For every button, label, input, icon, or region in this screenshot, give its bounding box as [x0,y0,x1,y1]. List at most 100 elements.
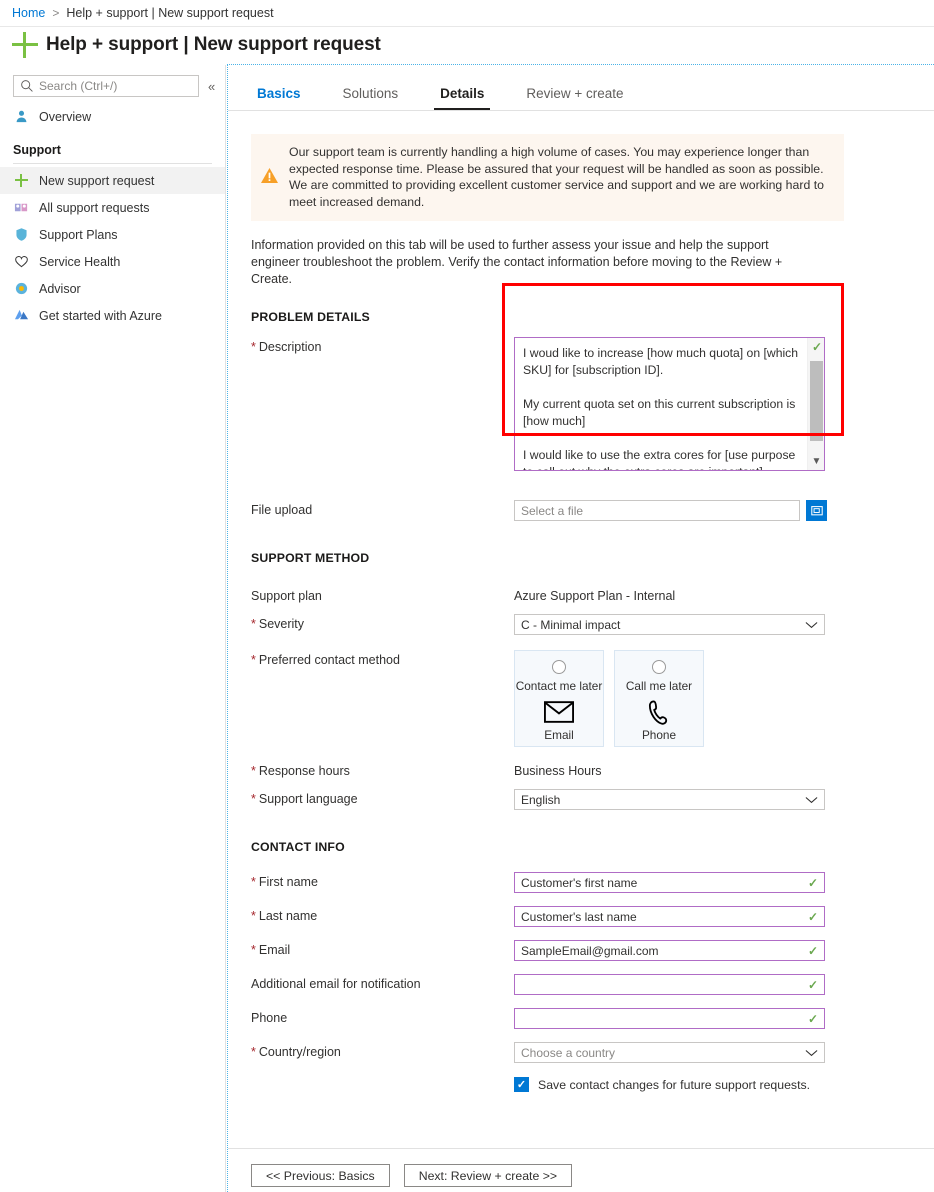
additional-email-label: Additional email for notification [251,977,421,991]
plus-icon [12,32,38,58]
heart-pulse-icon [13,253,30,270]
search-input[interactable]: Search (Ctrl+/) [13,75,199,97]
sidebar-item-label: Service Health [39,254,121,269]
tab-basics[interactable]: Basics [251,86,307,110]
next-review-create-button[interactable]: Next: Review + create >> [403,1164,573,1187]
description-scrollbar[interactable]: ▼ [807,338,824,470]
email-input[interactable]: SampleEmail@gmail.com ✓ [514,940,825,961]
sidebar-divider [13,163,212,164]
description-field: I woud like to increase [how much quota]… [514,337,934,471]
row-first-name: * First name Customer's first name ✓ [251,872,934,893]
contact-option-title: Call me later [625,679,693,693]
scrollbar-thumb[interactable] [810,361,823,441]
required-asterisk: * [251,943,256,957]
preferred-contact-method-label: * Preferred contact method [251,653,400,667]
row-email: * Email SampleEmail@gmail.com ✓ [251,940,934,961]
radio-button[interactable] [652,660,666,674]
support-plan-label: Support plan [251,589,322,603]
tab-bar: Basics Solutions Details Review + create [228,65,934,111]
folder-open-icon [810,506,823,516]
sidebar: Search (Ctrl+/) « Overview Support New s… [0,65,226,1192]
country-region-select[interactable]: Choose a country [514,1042,825,1063]
green-check-icon: ✓ [811,340,822,354]
content-panel: Basics Solutions Details Review + create… [227,64,934,1192]
collapse-sidebar-icon[interactable]: « [208,79,215,94]
section-support-method: SUPPORT METHOD [251,551,370,565]
page-title: Help + support | New support request [46,34,381,55]
sidebar-item-label: Advisor [39,281,81,296]
row-response-hours: * Response hours Business Hours [251,761,934,778]
section-problem-details: PROBLEM DETAILS [251,310,370,324]
row-support-language: * Support language English [251,789,934,810]
required-asterisk: * [251,340,256,354]
description-paragraph: I woud like to increase [how much quota]… [523,346,799,377]
green-check-icon: ✓ [807,943,818,958]
row-additional-email: Additional email for notification ✓ [251,974,934,995]
sidebar-search-row: Search (Ctrl+/) « [0,65,225,103]
response-hours-label: * Response hours [251,764,350,778]
file-upload-placeholder: Select a file [521,503,584,518]
sidebar-item-label: Support Plans [39,227,118,242]
green-check-icon: ✓ [807,1011,818,1026]
first-name-input[interactable]: Customer's first name ✓ [514,872,825,893]
required-asterisk: * [251,792,256,806]
country-region-label: * Country/region [251,1045,341,1059]
contact-option-email[interactable]: Contact me later Email [514,650,604,747]
file-upload-input[interactable]: Select a file [514,500,800,521]
file-browse-button[interactable] [806,500,827,521]
sidebar-item-support-plans[interactable]: Support Plans [0,221,225,248]
breadcrumb-home-link[interactable]: Home [12,6,45,20]
sidebar-item-new-support-request[interactable]: New support request [0,167,225,194]
tab-solutions[interactable]: Solutions [337,86,405,110]
sidebar-item-service-health[interactable]: Service Health [0,248,225,275]
description-text: I woud like to increase [how much quota]… [515,338,807,470]
additional-email-input[interactable]: ✓ [514,974,825,995]
last-name-input[interactable]: Customer's last name ✓ [514,906,825,927]
row-support-plan: Support plan Azure Support Plan - Intern… [251,586,934,603]
chevron-down-icon [805,1046,818,1060]
response-hours-value: Business Hours [514,764,602,778]
sidebar-item-all-support-requests[interactable]: All support requests [0,194,225,221]
tab-review-create[interactable]: Review + create [520,86,629,110]
chevron-down-icon [805,618,818,632]
sidebar-item-label: Get started with Azure [39,308,162,323]
support-language-select[interactable]: English [514,789,825,810]
support-language-label: * Support language [251,792,358,806]
contact-option-phone[interactable]: Call me later Phone [614,650,704,747]
phone-icon [647,699,671,725]
first-name-value: Customer's first name [521,875,638,890]
breadcrumb-current: Help + support | New support request [66,6,274,20]
severity-select[interactable]: C - Minimal impact [514,614,825,635]
green-check-icon: ✓ [807,977,818,992]
description-textarea[interactable]: I woud like to increase [how much quota]… [514,337,825,471]
sidebar-item-overview[interactable]: Overview [0,103,225,130]
row-severity: * Severity C - Minimal impact [251,614,934,635]
sidebar-item-get-started-with-azure[interactable]: Get started with Azure [0,302,225,329]
warning-icon [260,167,280,187]
save-contact-changes-checkbox[interactable]: ✓ [514,1077,529,1092]
description-paragraph: My current quota set on this current sub… [523,397,796,428]
row-description: * Description I woud like to increase [ho… [251,337,934,471]
row-country-region: * Country/region Choose a country [251,1042,934,1063]
file-upload-field: Select a file [514,500,934,521]
chevron-down-icon[interactable]: ▼ [808,456,824,467]
advisor-icon [13,280,30,297]
email-value: SampleEmail@gmail.com [521,943,659,958]
footer-divider [228,1148,934,1149]
form-body: Our support team is currently handling a… [228,111,934,1092]
sidebar-group-support: Support [13,143,61,157]
last-name-value: Customer's last name [521,909,637,924]
radio-button[interactable] [552,660,566,674]
shield-icon [13,226,30,243]
file-upload-label: File upload [251,503,313,517]
row-phone: Phone ✓ [251,1008,934,1029]
page-header: Help + support | New support request [0,27,934,63]
warning-banner-text: Our support team is currently handling a… [289,145,824,209]
sidebar-item-advisor[interactable]: Advisor [0,275,225,302]
previous-basics-button[interactable]: << Previous: Basics [251,1164,390,1187]
requests-icon [13,199,30,216]
required-asterisk: * [251,764,256,778]
search-icon [21,80,33,92]
tab-details[interactable]: Details [434,86,491,110]
phone-input[interactable]: ✓ [514,1008,825,1029]
